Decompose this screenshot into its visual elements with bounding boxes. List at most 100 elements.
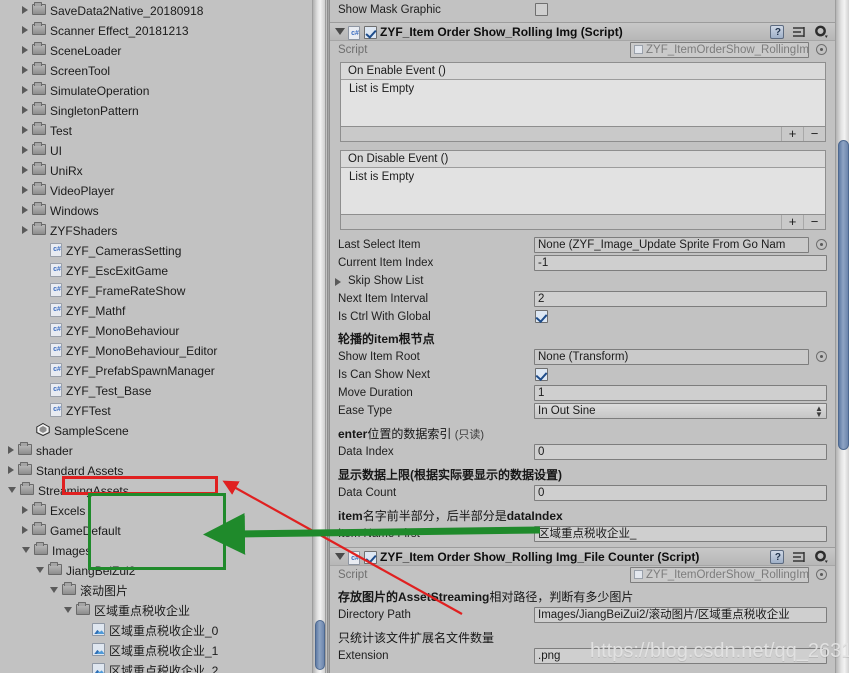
tree-item[interactable]: ZYF_CamerasSetting [0,240,312,260]
tree-item[interactable]: ZYF_FrameRateShow [0,280,312,300]
tree-item[interactable]: 区域重点税收企业_0 [0,620,312,640]
tree-item[interactable]: ZYF_Mathf [0,300,312,320]
field-data-count[interactable]: Data Count 0 [330,484,835,502]
tree-item[interactable]: ZYFShaders [0,220,312,240]
field-data-index[interactable]: Data Index 0 [330,443,835,461]
next-item-interval-field[interactable]: 2 [534,291,827,307]
script-object-picker-icon[interactable] [816,569,827,580]
tree-item[interactable]: UI [0,140,312,160]
tree-item[interactable]: shader [0,440,312,460]
field-skip-show-list[interactable]: Skip Show List [330,272,835,290]
data-index-field[interactable]: 0 [534,444,827,460]
is-ctrl-with-global-checkbox[interactable] [535,310,548,323]
chevron-right-icon[interactable] [22,46,28,55]
on-disable-add-button[interactable]: + [781,215,803,229]
on-disable-event-list[interactable]: On Disable Event () List is Empty [340,150,826,215]
project-tree-list[interactable]: SaveData2Native_20180918 Scanner Effect_2… [0,0,312,673]
foldout-arrow-icon[interactable] [335,28,345,35]
on-enable-add-button[interactable]: + [781,127,803,141]
move-duration-field[interactable]: 1 [534,385,827,401]
field-move-duration[interactable]: Move Duration 1 [330,384,835,402]
script-value-field[interactable]: ZYF_ItemOrderShow_RollingImg_FileCounter [630,567,809,583]
chevron-right-icon[interactable] [22,126,28,135]
field-next-item-interval[interactable]: Next Item Interval 2 [330,290,835,308]
chevron-right-icon[interactable] [22,506,28,515]
field-show-mask-graphic[interactable]: Show Mask Graphic [330,0,835,20]
last-select-item-field[interactable]: None (ZYF_Image_Update Sprite From Go Na… [534,237,809,253]
tree-item[interactable]: 区域重点税收企业_2 [0,660,312,673]
tree-item[interactable]: ZYF_PrefabSpawnManager [0,360,312,380]
component-header-icons[interactable] [769,550,829,565]
inspector-scrollbar[interactable] [835,0,849,673]
preset-icon[interactable] [792,550,806,564]
item-name-first-field[interactable]: 区域重点税收企业_ [534,526,827,542]
component-header-icons[interactable] [769,25,829,40]
chevron-right-icon[interactable] [22,66,28,75]
chevron-right-icon[interactable] [22,26,28,35]
script-object-picker-icon[interactable] [816,44,827,55]
help-icon[interactable] [769,25,785,40]
chevron-right-icon[interactable] [22,166,28,175]
chevron-down-icon[interactable] [64,606,72,613]
current-item-index-field[interactable]: -1 [534,255,827,271]
on-enable-remove-button[interactable]: − [803,127,825,141]
tree-item[interactable]: Scanner Effect_20181213 [0,20,312,40]
chevron-right-icon[interactable] [22,86,28,95]
field-is-ctrl-with-global[interactable]: Is Ctrl With Global [330,308,835,326]
component-header-file-counter[interactable]: ZYF_Item Order Show_Rolling Img_File Cou… [330,547,835,566]
chevron-right-icon[interactable] [22,226,28,235]
tree-item[interactable]: 滚动图片 [0,580,312,600]
tree-item[interactable]: Test [0,120,312,140]
foldout-arrow-icon[interactable] [335,553,345,560]
field-script-1[interactable]: Script ZYF_ItemOrderShow_RollingImg [330,41,835,59]
field-directory-path[interactable]: Directory Path Images/JiangBeiZui2/滚动图片/… [330,606,835,624]
tree-item[interactable]: SampleScene [0,420,312,440]
chevron-right-icon[interactable] [8,446,14,455]
chevron-right-icon[interactable] [22,526,28,535]
on-disable-event-footer[interactable]: + − [340,215,826,230]
tree-item[interactable]: ZYF_MonoBehaviour [0,320,312,340]
on-enable-event-list[interactable]: On Enable Event () List is Empty [340,62,826,127]
chevron-down-icon[interactable] [22,546,30,553]
component-enabled-checkbox[interactable] [364,551,377,564]
field-ease-type[interactable]: Ease Type In Out Sine ▲ ▼ [330,402,835,420]
field-item-name-first[interactable]: Item Name First 区域重点税收企业_ [330,525,835,543]
tree-item[interactable]: SingletonPattern [0,100,312,120]
chevron-right-icon[interactable] [22,146,28,155]
tree-item[interactable]: 区域重点税收企业 [0,600,312,620]
show-mask-graphic-checkbox[interactable] [535,3,548,16]
field-show-item-root[interactable]: Show Item Root None (Transform) [330,348,835,366]
help-icon[interactable] [769,550,785,565]
tree-item[interactable]: 区域重点税收企业_1 [0,640,312,660]
component-enabled-checkbox[interactable] [364,26,377,39]
is-can-show-next-checkbox[interactable] [535,368,548,381]
preset-icon[interactable] [792,25,806,39]
field-current-item-index[interactable]: Current Item Index -1 [330,254,835,272]
field-script-2[interactable]: Script ZYF_ItemOrderShow_RollingImg_File… [330,566,835,584]
tree-item[interactable]: ScreenTool [0,60,312,80]
tree-item[interactable]: SceneLoader [0,40,312,60]
tree-item[interactable]: Windows [0,200,312,220]
tree-item[interactable]: ZYF_EscExitGame [0,260,312,280]
show-item-root-field[interactable]: None (Transform) [534,349,809,365]
chevron-right-icon[interactable] [22,6,28,15]
component-header-rolling-img[interactable]: ZYF_Item Order Show_Rolling Img (Script) [330,22,835,41]
chevron-down-icon[interactable] [8,486,16,493]
last-select-item-picker-icon[interactable] [816,239,827,250]
chevron-right-icon[interactable] [22,106,28,115]
project-scrollbar-thumb[interactable] [315,620,325,670]
inspector-panel[interactable]: Show Mask Graphic ZYF_Item Order Show_Ro… [330,0,835,673]
data-count-field[interactable]: 0 [534,485,827,501]
chevron-right-icon[interactable] [22,206,28,215]
tree-item[interactable]: ZYFTest [0,400,312,420]
show-item-root-picker-icon[interactable] [816,351,827,362]
on-disable-remove-button[interactable]: − [803,215,825,229]
project-tree-panel[interactable]: SaveData2Native_20180918 Scanner Effect_2… [0,0,312,673]
inspector-scrollbar-thumb[interactable] [838,140,849,450]
chevron-right-icon[interactable] [8,466,14,475]
skip-show-list-foldout-icon[interactable] [335,278,341,286]
chevron-down-icon[interactable] [36,566,44,573]
tree-item[interactable]: ZYF_MonoBehaviour_Editor [0,340,312,360]
gear-icon[interactable] [814,25,829,39]
gear-icon[interactable] [814,550,829,564]
